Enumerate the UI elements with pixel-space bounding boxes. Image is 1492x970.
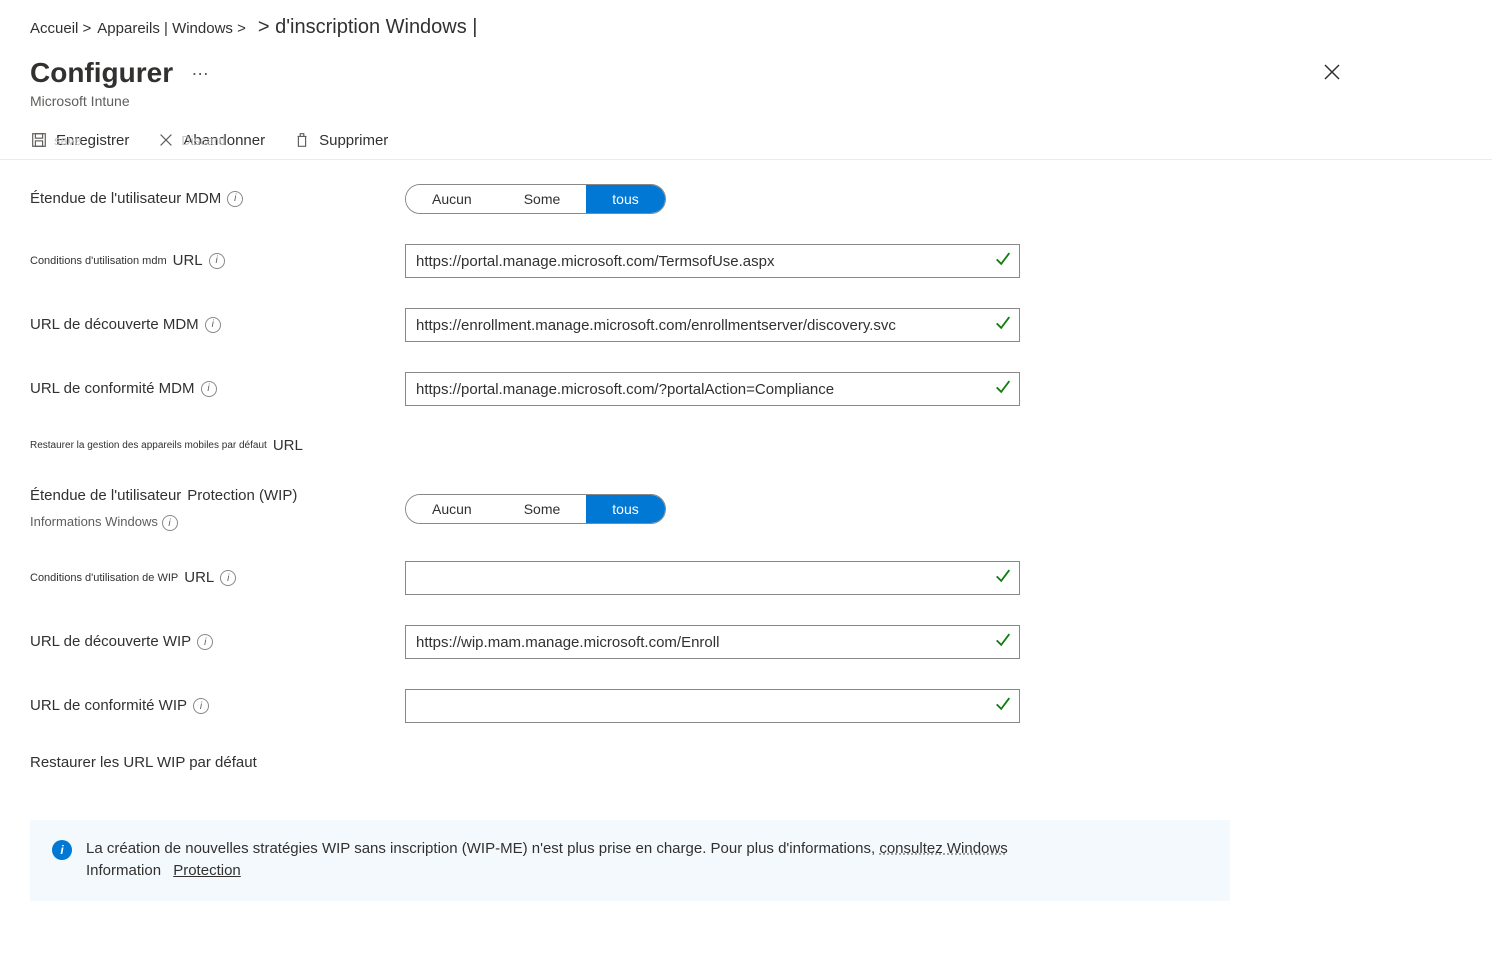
breadcrumb-enrollment[interactable]: > d'inscription Windows | (258, 16, 478, 39)
valid-check-icon (994, 567, 1012, 590)
info-banner-icon: i (52, 840, 72, 860)
mdm-scope-none[interactable]: Aucun (406, 185, 498, 213)
page-subtitle: Microsoft Intune (30, 93, 1462, 109)
mdm-scope-some[interactable]: Some (498, 185, 587, 213)
breadcrumb-devices[interactable]: Appareils | Windows > (97, 20, 246, 37)
info-icon[interactable]: i (193, 698, 209, 714)
wip-scope-some[interactable]: Some (498, 495, 587, 523)
valid-check-icon (994, 695, 1012, 718)
url-word: URL (273, 436, 303, 456)
delete-button[interactable]: Supprimer (293, 131, 388, 149)
mdm-scope-label: Étendue de l'utilisateur MDM (30, 189, 221, 209)
info-icon[interactable]: i (227, 191, 243, 207)
wip-scope-label-3: Informations Windows (30, 514, 158, 529)
mdm-scope-segment: Aucun Some tous (405, 184, 666, 214)
wip-scope-label-2: Protection (WIP) (187, 486, 297, 506)
wip-compliance-label: URL de conformité WIP (30, 696, 187, 716)
wip-terms-input[interactable] (405, 561, 1020, 595)
mdm-discovery-input[interactable] (405, 308, 1020, 342)
delete-label: Supprimer (319, 132, 388, 149)
breadcrumb: Accueil > Appareils | Windows > > d'insc… (30, 16, 1462, 39)
info-banner: i La création de nouvelles stratégies WI… (30, 820, 1230, 901)
discard-button[interactable]: Abandonner Discard (157, 131, 265, 149)
url-word: URL (173, 251, 203, 271)
discard-label: Abandonner (183, 132, 265, 149)
more-actions-icon[interactable]: … (191, 59, 209, 80)
save-icon (30, 131, 48, 149)
mdm-scope-all[interactable]: tous (586, 185, 664, 213)
wip-discovery-input[interactable] (405, 625, 1020, 659)
info-icon[interactable]: i (197, 634, 213, 650)
delete-icon (293, 131, 311, 149)
banner-text-2: Information (86, 862, 161, 879)
url-word: URL (184, 568, 214, 588)
info-icon[interactable]: i (220, 570, 236, 586)
info-icon[interactable]: i (162, 515, 178, 531)
discard-icon (157, 131, 175, 149)
mdm-discovery-label: URL de découverte MDM (30, 315, 199, 335)
mdm-compliance-label: URL de conformité MDM (30, 379, 195, 399)
valid-check-icon (994, 250, 1012, 273)
close-button[interactable] (1322, 62, 1342, 85)
mdm-terms-label: Conditions d'utilisation mdm (30, 254, 167, 269)
valid-check-icon (994, 314, 1012, 337)
banner-link-2[interactable]: Protection (173, 862, 241, 879)
banner-text-1: La création de nouvelles stratégies WIP … (86, 840, 879, 857)
valid-check-icon (994, 378, 1012, 401)
mdm-terms-input[interactable] (405, 244, 1020, 278)
breadcrumb-home[interactable]: Accueil > (30, 20, 91, 37)
restore-mdm-label[interactable]: Restaurer la gestion des appareils mobil… (30, 439, 267, 453)
valid-check-icon (994, 631, 1012, 654)
wip-discovery-label: URL de découverte WIP (30, 632, 191, 652)
wip-scope-label-1: Étendue de l'utilisateur (30, 486, 181, 506)
toolbar-divider (0, 159, 1492, 160)
info-icon[interactable]: i (209, 253, 225, 269)
restore-wip-link[interactable]: Restaurer les URL WIP par défaut (30, 753, 257, 773)
close-icon (1322, 62, 1342, 82)
wip-terms-label: Conditions d'utilisation de WIP (30, 571, 178, 586)
save-label: Enregistrer (56, 132, 129, 149)
mdm-compliance-input[interactable] (405, 372, 1020, 406)
page-title: Configurer (30, 57, 173, 89)
banner-link-1[interactable]: consultez Windows (879, 840, 1007, 857)
wip-scope-none[interactable]: Aucun (406, 495, 498, 523)
wip-compliance-input[interactable] (405, 689, 1020, 723)
toolbar: Enregistrer save Abandonner Discard Supp… (30, 131, 1462, 159)
save-button[interactable]: Enregistrer save (30, 131, 129, 149)
info-icon[interactable]: i (201, 381, 217, 397)
info-icon[interactable]: i (205, 317, 221, 333)
wip-scope-all[interactable]: tous (586, 495, 664, 523)
wip-scope-segment: Aucun Some tous (405, 494, 666, 524)
